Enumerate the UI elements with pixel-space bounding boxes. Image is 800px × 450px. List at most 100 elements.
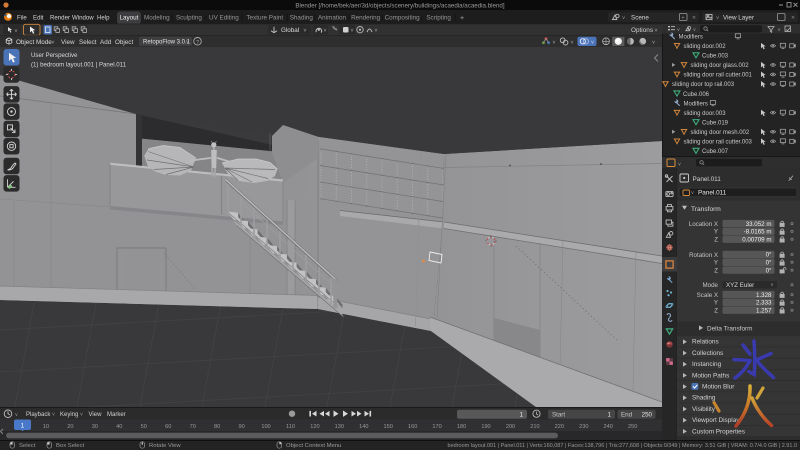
svg-text:220: 220 <box>555 424 564 430</box>
svg-text:Rendering: Rendering <box>351 15 381 22</box>
svg-text:Start: Start <box>552 411 565 418</box>
svg-text:View: View <box>61 39 75 46</box>
svg-text:1: 1 <box>519 411 523 418</box>
svg-text:˅: ˅ <box>323 28 326 34</box>
svg-text:Texture Paint: Texture Paint <box>246 15 283 22</box>
svg-text:130: 130 <box>335 424 344 430</box>
svg-text:File: File <box>17 15 27 22</box>
svg-text:Playback: Playback <box>26 412 51 418</box>
svg-text:sliding door top rail.003: sliding door top rail.003 <box>672 82 735 88</box>
svg-text:Cube.003: Cube.003 <box>702 54 729 60</box>
svg-text:110: 110 <box>286 424 295 430</box>
svg-text:˅: ˅ <box>15 412 18 418</box>
svg-text:0°: 0° <box>766 252 772 259</box>
svg-text:Object: Object <box>115 39 133 46</box>
svg-text:˅: ˅ <box>303 28 306 34</box>
svg-text:View Layer: View Layer <box>723 15 754 22</box>
svg-text:˅: ˅ <box>654 28 657 34</box>
svg-text:Panel.011: Panel.011 <box>698 190 727 197</box>
svg-text:Instancing: Instancing <box>692 361 722 368</box>
svg-text:1.328: 1.328 <box>756 292 772 299</box>
svg-text:Modifiers: Modifiers <box>684 101 708 107</box>
svg-text:70: 70 <box>190 424 196 430</box>
svg-text:Layout: Layout <box>119 15 138 22</box>
svg-text:sliding door glass.002: sliding door glass.002 <box>691 63 750 69</box>
svg-text:˅: ˅ <box>552 40 555 46</box>
svg-text:Animation: Animation <box>318 15 346 22</box>
svg-text:˅: ˅ <box>778 27 781 33</box>
svg-text:Select: Select <box>19 443 36 449</box>
svg-text:170: 170 <box>432 424 441 430</box>
svg-text:RetopoFlow 3.0.1: RetopoFlow 3.0.1 <box>143 40 191 46</box>
svg-text:Window: Window <box>72 15 94 22</box>
svg-text:˅: ˅ <box>622 16 625 22</box>
svg-text:Options: Options <box>631 27 653 34</box>
svg-text:Visibility: Visibility <box>692 406 716 413</box>
svg-text:2.333: 2.333 <box>756 300 772 307</box>
svg-text:Help: Help <box>97 15 110 22</box>
svg-text:˅: ˅ <box>716 16 719 22</box>
svg-text:Marker: Marker <box>107 412 126 418</box>
svg-text:250: 250 <box>628 424 637 430</box>
svg-text:Scene: Scene <box>631 15 649 22</box>
svg-text:bedroom layout.001 | Panel.011: bedroom layout.001 | Panel.011 | Verts:1… <box>448 443 797 449</box>
svg-text:Box Select: Box Select <box>56 443 85 449</box>
svg-text:Location X: Location X <box>689 221 718 228</box>
svg-text:Cube.006: Cube.006 <box>683 92 710 98</box>
svg-text:40: 40 <box>116 424 122 430</box>
svg-text:0°: 0° <box>766 260 772 267</box>
svg-text:Rotate View: Rotate View <box>149 443 181 449</box>
svg-text:˅: ˅ <box>652 40 655 46</box>
svg-text:Mode: Mode <box>703 282 719 289</box>
svg-text:?: ? <box>196 40 199 46</box>
svg-text:sliding door.002: sliding door.002 <box>684 44 727 50</box>
svg-text:˅: ˅ <box>693 27 696 33</box>
svg-text:200: 200 <box>506 424 515 430</box>
svg-text:Global: Global <box>281 27 299 34</box>
svg-text:˅: ˅ <box>570 40 573 46</box>
svg-text:100: 100 <box>261 424 270 430</box>
svg-text:End: End <box>621 411 633 418</box>
svg-text:Y: Y <box>714 300 718 307</box>
svg-text:Motion Paths: Motion Paths <box>692 372 729 379</box>
svg-text:Rotation X: Rotation X <box>689 252 718 259</box>
svg-text:0°: 0° <box>766 267 772 274</box>
svg-text:1: 1 <box>21 423 25 430</box>
svg-text:(1) bedroom layout.001 | Panel: (1) bedroom layout.001 | Panel.011 <box>31 62 127 69</box>
svg-text:Relations: Relations <box>692 339 719 346</box>
svg-text:XYZ Euler: XYZ Euler <box>726 282 754 289</box>
svg-text:210: 210 <box>530 424 539 430</box>
svg-text:Scale X: Scale X <box>697 292 718 299</box>
svg-text:150: 150 <box>384 424 393 430</box>
svg-text:Custom Properties: Custom Properties <box>692 428 745 435</box>
svg-text:Viewport Display: Viewport Display <box>692 417 740 424</box>
svg-text:-8.0165 m: -8.0165 m <box>744 229 772 236</box>
svg-text:Keying: Keying <box>60 412 78 418</box>
svg-text:Modeling: Modeling <box>144 15 170 22</box>
svg-text:Object Context Menu: Object Context Menu <box>286 443 341 449</box>
svg-text:Z: Z <box>714 308 718 315</box>
svg-text:˅: ˅ <box>678 162 681 168</box>
svg-text:230: 230 <box>579 424 588 430</box>
svg-text:Panel.011: Panel.011 <box>693 176 722 183</box>
svg-text:˅: ˅ <box>591 40 594 46</box>
svg-text:240: 240 <box>604 424 613 430</box>
svg-text:Collections: Collections <box>692 350 723 357</box>
svg-text:190: 190 <box>481 424 490 430</box>
svg-text:Cube.007: Cube.007 <box>702 149 729 155</box>
svg-text:˅: ˅ <box>771 283 774 289</box>
svg-text:180: 180 <box>457 424 466 430</box>
svg-text:Shading: Shading <box>692 395 716 402</box>
svg-text:140: 140 <box>359 424 368 430</box>
svg-text:Select: Select <box>79 39 97 46</box>
svg-text:Scripting: Scripting <box>426 15 451 22</box>
svg-text:˅: ˅ <box>691 190 694 196</box>
svg-text:Blender [/home/bek/aer/3d/obje: Blender [/home/bek/aer/3d/objects/scener… <box>295 2 504 9</box>
svg-text:Y: Y <box>714 229 718 236</box>
svg-text:View: View <box>89 412 103 418</box>
svg-text:Object Mode: Object Mode <box>16 39 52 46</box>
svg-text:˅: ˅ <box>186 40 189 46</box>
svg-text:Cube.019: Cube.019 <box>702 120 729 126</box>
svg-text:Y: Y <box>714 260 718 267</box>
svg-text:˅: ˅ <box>14 28 17 34</box>
